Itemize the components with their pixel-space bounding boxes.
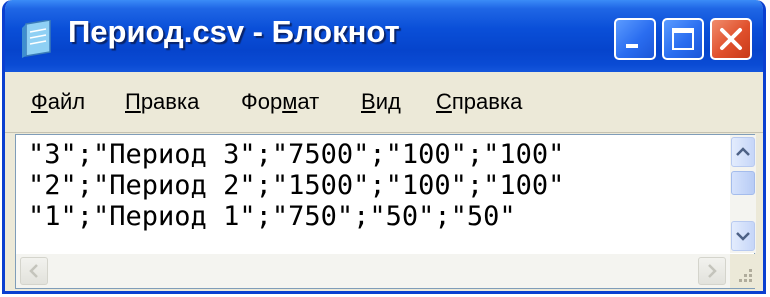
menu-help-label: правка: [451, 89, 523, 114]
menu-format-label: ат: [297, 89, 320, 114]
text-line: "3";"Период 3";"7500";"100";"100": [28, 139, 565, 170]
text-content[interactable]: "3";"Период 3";"7500";"100";"100" "2";"Пе…: [28, 139, 728, 232]
chevron-left-icon: [29, 264, 38, 278]
maximize-button[interactable]: [662, 18, 704, 60]
menu-bar: Файл Правка Формат Вид Справка: [5, 72, 763, 133]
title-bar[interactable]: Период.csv - Блокнот: [5, 0, 763, 72]
scroll-right-button[interactable]: [698, 257, 726, 285]
scroll-left-button[interactable]: [20, 257, 48, 285]
minimize-button[interactable]: [614, 18, 656, 60]
menu-format-accel: м: [282, 89, 298, 114]
text-line: "1";"Период 1";"750";"50";"50": [28, 201, 516, 232]
chevron-up-icon: [736, 147, 750, 156]
chevron-down-icon: [736, 232, 750, 241]
close-icon: [720, 28, 742, 50]
menu-format[interactable]: Формат: [241, 89, 319, 115]
minimize-icon: [626, 44, 638, 48]
text-line: "2";"Период 2";"1500";"100";"100": [28, 170, 565, 201]
window-title: Период.csv - Блокнот: [68, 14, 400, 49]
horizontal-scrollbar[interactable]: [16, 254, 730, 288]
scroll-down-button[interactable]: [731, 221, 755, 251]
menu-edit-label: равка: [140, 89, 200, 114]
menu-view-label: ид: [375, 89, 401, 114]
vertical-scrollbar[interactable]: [730, 135, 756, 253]
menu-file[interactable]: Файл: [31, 89, 85, 115]
close-button[interactable]: [710, 18, 752, 60]
menu-file-label: айл: [47, 89, 86, 114]
menu-file-accel: Ф: [31, 89, 48, 114]
maximize-icon: [672, 28, 694, 50]
chevron-right-icon: [708, 264, 717, 278]
scroll-thumb[interactable]: [731, 171, 755, 195]
resize-grip[interactable]: [730, 254, 756, 288]
notepad-window: Период.csv - Блокнот Файл Правка Формат …: [2, 0, 766, 294]
menu-edit-accel: П: [125, 89, 141, 114]
menu-view-accel: В: [361, 89, 376, 114]
menu-format-label-start: Фор: [241, 89, 283, 114]
menu-help[interactable]: Справка: [436, 89, 522, 115]
resize-grip-icon: [739, 269, 752, 282]
scroll-up-button[interactable]: [731, 137, 755, 167]
notepad-icon: [20, 19, 54, 58]
menu-view[interactable]: Вид: [361, 89, 401, 115]
text-editor[interactable]: "3";"Период 3";"7500";"100";"100" "2";"Пе…: [15, 134, 756, 289]
menu-edit[interactable]: Правка: [125, 89, 199, 115]
menu-help-accel: С: [436, 89, 452, 114]
